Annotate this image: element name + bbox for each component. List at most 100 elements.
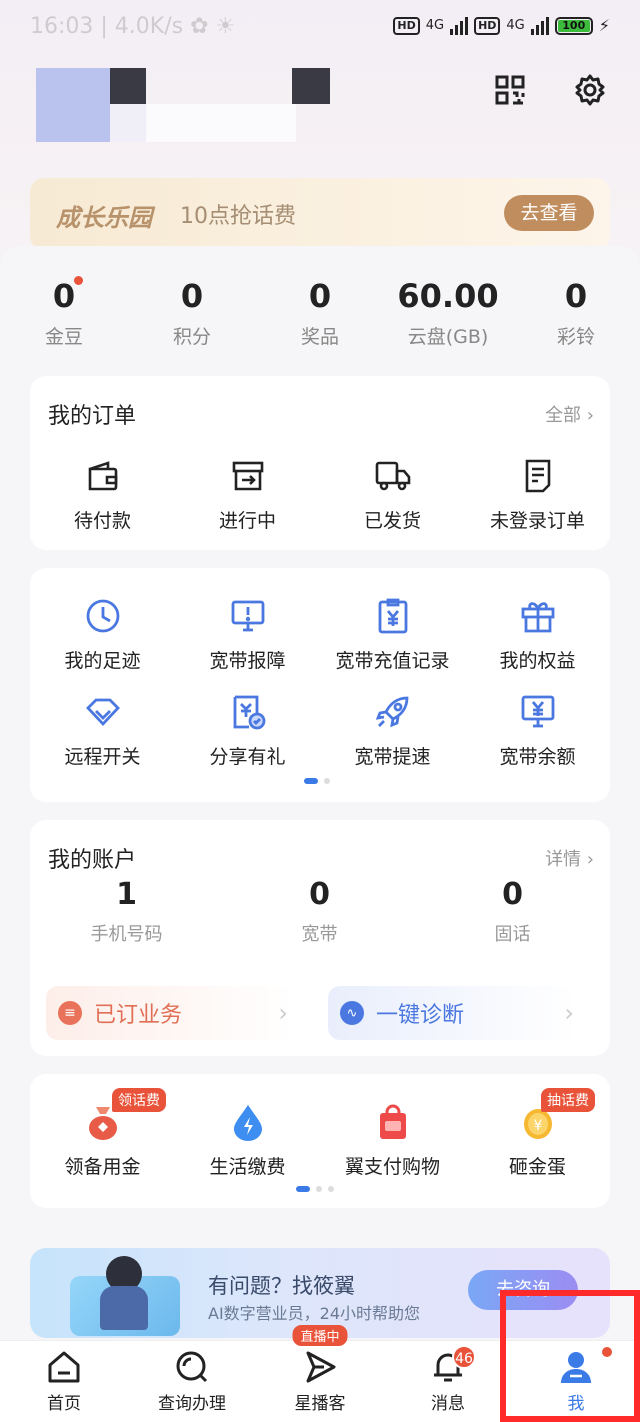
account-landline[interactable]: 0 固话 bbox=[416, 870, 609, 946]
status-icons: HD 4G HD 4G 100 ⚡ bbox=[393, 16, 610, 35]
tab-me[interactable]: 我 bbox=[512, 1341, 640, 1422]
stat-cloud-storage[interactable]: 60.00 云盘(GB) bbox=[384, 270, 512, 360]
service-remote-switch[interactable]: 远程开关 bbox=[30, 690, 175, 769]
stat-label: 积分 bbox=[172, 326, 211, 348]
promo-life-payment[interactable]: 生活缴费 bbox=[175, 1100, 320, 1179]
shopping-bag-icon bbox=[371, 1100, 415, 1144]
promo-tag: 领话费 bbox=[112, 1088, 166, 1112]
order-in-progress[interactable]: 进行中 bbox=[175, 454, 320, 533]
ai-consult-label: 去咨询 bbox=[496, 1279, 550, 1300]
stat-prizes[interactable]: 0 奖品 bbox=[256, 270, 384, 360]
promo-label: 翼支付购物 bbox=[344, 1156, 440, 1178]
ai-avatar-illustration bbox=[60, 1256, 180, 1336]
gear-icon[interactable] bbox=[570, 70, 610, 110]
svg-text:¥: ¥ bbox=[533, 1118, 542, 1134]
stat-value: 0 bbox=[180, 277, 204, 315]
banner-title: 成长乐园 bbox=[56, 204, 152, 232]
growth-park-banner[interactable]: 成长乐园 10点抢话费 去查看 bbox=[30, 178, 610, 250]
one-click-diagnose-button[interactable]: ∿ 一键诊断 › bbox=[328, 986, 578, 1040]
wallet-icon bbox=[81, 454, 125, 498]
chevron-right-icon: › bbox=[564, 999, 574, 1027]
stat-gold-beans[interactable]: 0 金豆 bbox=[0, 270, 128, 360]
service-label: 宽带报障 bbox=[209, 650, 286, 672]
header-actions bbox=[490, 70, 610, 110]
subscribed-services-button[interactable]: ≡ 已订业务 › bbox=[46, 986, 296, 1040]
pulse-icon: ∿ bbox=[340, 1001, 364, 1025]
promo-bestpay-shopping[interactable]: 翼支付购物 bbox=[320, 1100, 465, 1179]
signal-bars-icon bbox=[530, 16, 549, 35]
search-query-icon bbox=[172, 1347, 212, 1387]
account-details-label: 详情 bbox=[545, 849, 582, 870]
service-my-benefits[interactable]: 我的权益 bbox=[465, 594, 610, 673]
account-value: 1 bbox=[116, 877, 137, 912]
order-label: 未登录订单 bbox=[489, 510, 585, 532]
ai-banner-title: 有问题？找筱翼 bbox=[208, 1274, 355, 1298]
share-gift-icon bbox=[226, 690, 270, 734]
tab-star-broadcast[interactable]: 直播中 星播客 bbox=[256, 1325, 384, 1422]
order-label: 待付款 bbox=[73, 510, 131, 532]
tab-query[interactable]: 查询办理 bbox=[128, 1341, 256, 1422]
clock-icon bbox=[81, 594, 125, 638]
service-label: 宽带充值记录 bbox=[335, 650, 450, 672]
live-tag: 直播中 bbox=[292, 1325, 348, 1346]
account-label: 手机号码 bbox=[90, 924, 163, 945]
promo-reserve-fund[interactable]: 领话费 领备用金 bbox=[30, 1088, 175, 1179]
service-label: 我的足迹 bbox=[64, 650, 141, 672]
service-broadband-recharge-history[interactable]: 宽带充值记录 bbox=[320, 594, 465, 673]
service-broadband-balance[interactable]: 宽带余额 bbox=[465, 690, 610, 769]
account-phone-numbers[interactable]: 1 手机号码 bbox=[30, 870, 223, 946]
account-broadband[interactable]: 0 宽带 bbox=[223, 870, 416, 946]
gift-icon bbox=[516, 594, 560, 638]
stat-value: 0 bbox=[308, 277, 332, 315]
orders-card: 我的订单 全部 › 待付款 进行中 已发货 未登录订单 bbox=[30, 376, 610, 550]
tab-label: 星播客 bbox=[294, 1394, 346, 1414]
play-arrow-icon bbox=[300, 1347, 340, 1387]
stat-label: 奖品 bbox=[300, 326, 339, 348]
stat-ringtones[interactable]: 0 彩铃 bbox=[512, 270, 640, 360]
promo-golden-egg[interactable]: 抽话费 ¥ 砸金蛋 bbox=[465, 1088, 610, 1179]
orders-all-link[interactable]: 全部 › bbox=[545, 401, 594, 427]
services-row-2: 远程开关 分享有礼 宽带提速 宽带余额 bbox=[30, 690, 610, 769]
service-label: 宽带提速 bbox=[354, 746, 431, 768]
network-label: 4G bbox=[425, 18, 445, 33]
account-label: 固话 bbox=[494, 924, 531, 945]
service-label: 宽带余额 bbox=[499, 746, 576, 768]
qr-code-icon[interactable] bbox=[490, 70, 530, 110]
banner-subtitle: 10点抢话费 bbox=[180, 204, 296, 229]
promo-label: 领备用金 bbox=[64, 1156, 141, 1178]
service-broadband-repair[interactable]: 宽带报障 bbox=[175, 594, 320, 673]
diagnose-label: 一键诊断 bbox=[376, 1003, 465, 1028]
user-stats: 0 金豆 0 积分 0 奖品 60.00 云盘(GB) 0 彩铃 bbox=[0, 270, 640, 360]
banner-view-button[interactable]: 去查看 bbox=[504, 195, 594, 231]
account-details-link[interactable]: 详情 › bbox=[545, 845, 594, 871]
stat-value: 0 bbox=[52, 277, 76, 315]
network-label: 4G bbox=[506, 18, 525, 33]
stat-value: 60.00 bbox=[397, 277, 499, 315]
service-share-gift[interactable]: 分享有礼 bbox=[175, 690, 320, 769]
yen-clipboard-icon bbox=[371, 594, 415, 638]
person-icon bbox=[556, 1347, 596, 1387]
tab-label: 消息 bbox=[431, 1394, 465, 1414]
tab-messages[interactable]: 46 消息 bbox=[384, 1341, 512, 1422]
notification-dot bbox=[74, 276, 83, 285]
list-icon: ≡ bbox=[58, 1001, 82, 1025]
promos-pager bbox=[296, 1186, 334, 1192]
promos-grid: 领话费 领备用金 生活缴费 翼支付购物 抽话费 ¥ 砸金蛋 bbox=[30, 1088, 610, 1179]
rocket-icon bbox=[371, 690, 415, 734]
subscribed-label: 已订业务 bbox=[94, 1003, 183, 1028]
stat-points[interactable]: 0 积分 bbox=[128, 270, 256, 360]
chevron-right-icon: › bbox=[586, 405, 594, 426]
order-guest[interactable]: 未登录订单 bbox=[465, 454, 610, 533]
bottom-tab-bar: 首页 查询办理 直播中 星播客 46 消息 我 bbox=[0, 1325, 640, 1422]
service-broadband-speedup[interactable]: 宽带提速 bbox=[320, 690, 465, 769]
tab-home[interactable]: 首页 bbox=[0, 1341, 128, 1422]
service-my-footprint[interactable]: 我的足迹 bbox=[30, 594, 175, 673]
order-shipped[interactable]: 已发货 bbox=[320, 454, 465, 533]
ai-banner-subtitle: AI数字营业员，24小时帮助您 bbox=[208, 1304, 421, 1323]
ai-consult-button[interactable]: 去咨询 bbox=[468, 1270, 578, 1310]
user-profile-redacted[interactable] bbox=[36, 68, 336, 142]
order-pending-payment[interactable]: 待付款 bbox=[30, 454, 175, 533]
home-icon bbox=[44, 1347, 84, 1387]
diamond-icon bbox=[81, 690, 125, 734]
tab-label: 首页 bbox=[47, 1394, 81, 1414]
